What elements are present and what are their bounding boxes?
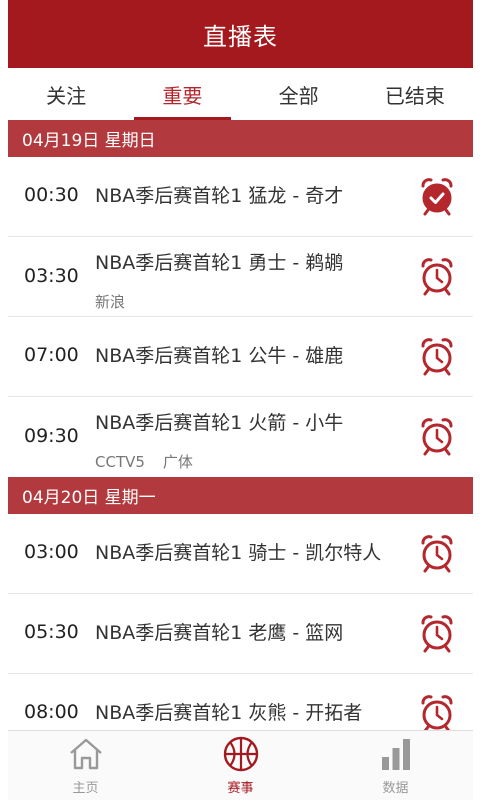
game-row[interactable]: 03:00 NBA季后赛首轮1 骑士 - 凯尔特人 [8,514,473,594]
alarm-clock-icon [421,695,453,733]
game-title: NBA季后赛首轮1 猛龙 - 奇才 [95,185,344,207]
nav-home[interactable]: 主页 [8,731,163,800]
title-bar: 直播表 [8,0,473,68]
reminder-button[interactable] [419,694,455,734]
tab-important[interactable]: 重要 [124,68,240,120]
home-icon [69,738,102,770]
schedule-screen: 直播表 关注 重要 全部 已结束 04月19日 星期日 00:30 NBA季后赛首轮… [8,0,473,800]
game-row[interactable]: 07:00 NBA季后赛首轮1 公牛 - 雄鹿 [8,317,473,397]
basketball-icon [223,736,258,772]
nav-events[interactable]: 赛事 [163,731,318,800]
game-title: NBA季后赛首轮1 勇士 - 鹈鹕 [95,252,344,274]
game-time: 05:30 [24,621,79,643]
tab-follow[interactable]: 关注 [8,68,124,120]
game-row[interactable]: 03:30 NBA季后赛首轮1 勇士 - 鹈鹕新浪 [8,237,473,317]
game-title: NBA季后赛首轮1 火箭 - 小牛 [95,412,344,434]
bottom-nav: 主页 赛事 数据 [8,730,473,800]
game-time: 09:30 [24,425,79,447]
alarm-clock-icon [421,615,453,653]
game-row[interactable]: 05:30 NBA季后赛首轮1 老鹰 - 篮网 [8,594,473,674]
game-title: NBA季后赛首轮1 公牛 - 雄鹿 [95,345,344,367]
alarm-clock-icon [421,338,453,376]
game-time: 07:00 [24,344,79,366]
date-label: 04月19日 星期日 [22,131,156,151]
nav-events-label: 赛事 [227,781,254,796]
nav-data-label: 数据 [382,781,409,796]
page-title: 直播表 [203,22,278,51]
nav-home-label: 主页 [72,781,99,796]
reminder-button[interactable] [419,257,455,297]
game-title: NBA季后赛首轮1 灰熊 - 开拓者 [95,702,363,724]
alarm-clock-icon [421,258,453,296]
channel-label: 新浪 [95,293,126,311]
game-row[interactable]: 00:30 NBA季后赛首轮1 猛龙 - 奇才 [8,157,473,237]
reminder-button[interactable] [419,614,455,654]
alarm-clock-icon [421,418,453,456]
date-section-header: 04月19日 星期日 [8,120,473,157]
channel-label: CCTV5 [95,453,145,471]
tab-all[interactable]: 全部 [241,68,357,120]
game-list: 04月19日 星期日 00:30 NBA季后赛首轮1 猛龙 - 奇才 03:30 NBA… [8,120,473,754]
tab-finished[interactable]: 已结束 [357,68,473,120]
game-time: 08:00 [24,701,79,723]
date-label: 04月20日 星期一 [22,488,156,508]
alarm-clock-icon [421,535,453,573]
game-time: 03:30 [24,265,79,287]
reminder-button[interactable] [419,534,455,574]
alarm-clock-icon [421,178,453,216]
game-row[interactable]: 09:30 NBA季后赛首轮1 火箭 - 小牛 CCTV5 广体 [8,397,473,477]
broadcast-channels: CCTV5 广体 [95,451,211,472]
filter-tabs: 关注 重要 全部 已结束 [8,68,473,120]
nav-data[interactable]: 数据 [318,731,473,800]
reminder-button[interactable] [419,337,455,377]
channel-label: 广体 [162,453,193,471]
game-title: NBA季后赛首轮1 老鹰 - 篮网 [95,622,344,644]
reminder-button[interactable] [419,417,455,457]
bar-chart-icon [381,739,410,770]
game-time: 03:00 [24,541,79,563]
game-time: 00:30 [24,184,79,206]
game-title: NBA季后赛首轮1 骑士 - 凯尔特人 [95,542,382,564]
reminder-on-button[interactable] [419,177,455,217]
broadcast-channels: 新浪 [95,291,143,312]
date-section-header: 04月20日 星期一 [8,477,473,514]
